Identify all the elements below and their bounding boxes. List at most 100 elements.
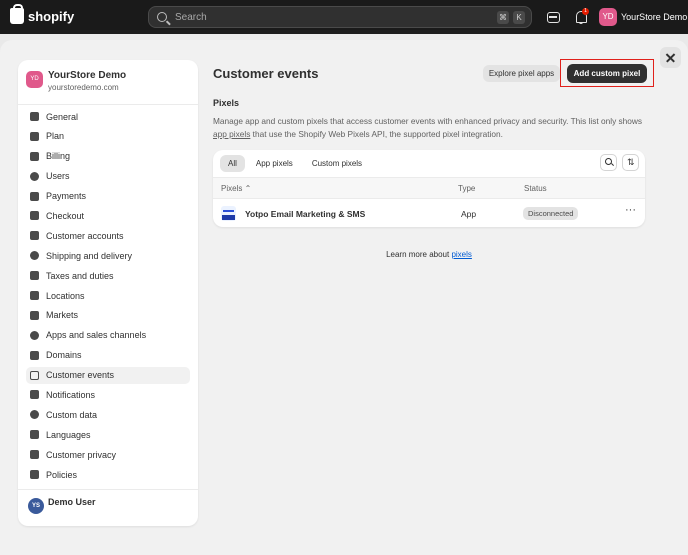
sidebar-item-payments[interactable]: Payments bbox=[26, 188, 190, 205]
sidebar-item-policies[interactable]: Policies bbox=[26, 466, 190, 483]
policy-icon bbox=[30, 470, 39, 480]
sidebar-item-checkout[interactable]: Checkout bbox=[26, 207, 190, 224]
store-icon[interactable] bbox=[545, 9, 561, 25]
store-menu-name[interactable]: YourStore Demo bbox=[621, 12, 687, 22]
sidebar-item-customer-events[interactable]: Customer events bbox=[26, 366, 190, 384]
sidebar-item-custom-data[interactable]: Custom data bbox=[26, 406, 190, 423]
sidebar-item-markets[interactable]: Markets bbox=[26, 307, 190, 324]
column-header-type: Type bbox=[458, 184, 476, 193]
sidebar-item-label: Custom data bbox=[46, 409, 98, 420]
domain-icon bbox=[30, 350, 39, 360]
globe-icon bbox=[30, 310, 39, 320]
bell-icon bbox=[30, 390, 39, 400]
learn-more-text: Learn more about bbox=[386, 250, 452, 259]
events-icon bbox=[30, 370, 39, 380]
sidebar-item-label: Payments bbox=[46, 191, 87, 202]
sidebar-item-languages[interactable]: Languages bbox=[26, 426, 190, 443]
learn-more: Learn more about pixels bbox=[213, 250, 645, 259]
sidebar-item-label: Customer accounts bbox=[46, 230, 124, 241]
table-row[interactable]: Yotpo Email Marketing & SMS App Disconne… bbox=[213, 200, 645, 227]
sidebar-item-label: Checkout bbox=[46, 210, 85, 221]
sidebar-item-label: Domains bbox=[46, 350, 82, 361]
brand-name: shopify bbox=[28, 8, 75, 24]
sidebar-item-taxes-and-duties[interactable]: Taxes and duties bbox=[26, 267, 190, 284]
sidebar-user[interactable]: YS Demo User bbox=[28, 497, 96, 514]
pixel-name: Yotpo Email Marketing & SMS bbox=[245, 209, 366, 219]
sidebar-item-label: Plan bbox=[46, 131, 65, 142]
column-header-pixels[interactable]: Pixels ⌃ bbox=[221, 184, 251, 193]
sort-button[interactable]: ⇅ bbox=[622, 154, 639, 171]
sidebar-item-plan[interactable]: Plan bbox=[26, 128, 190, 145]
pixel-tabs: All App pixels Custom pixels bbox=[220, 155, 370, 172]
yotpo-app-logo-icon bbox=[221, 206, 236, 221]
store-avatar[interactable]: YD bbox=[599, 8, 617, 26]
billing-icon bbox=[30, 151, 39, 161]
tab-custom-pixels[interactable]: Custom pixels bbox=[304, 155, 370, 172]
tab-all[interactable]: All bbox=[220, 155, 245, 172]
sidebar-item-shipping-and-delivery[interactable]: Shipping and delivery bbox=[26, 247, 190, 264]
more-actions-icon[interactable]: ··· bbox=[625, 204, 636, 216]
search-input[interactable] bbox=[175, 11, 475, 23]
sidebar-item-label: Customer privacy bbox=[46, 449, 117, 460]
sidebar-item-label: Taxes and duties bbox=[46, 270, 114, 281]
sidebar-item-apps-and-sales-channels[interactable]: Apps and sales channels bbox=[26, 327, 190, 344]
shortcut-key-k: K bbox=[513, 11, 525, 24]
data-icon bbox=[30, 410, 39, 420]
sidebar-item-label: Shipping and delivery bbox=[46, 250, 133, 261]
pixels-link[interactable]: pixels bbox=[451, 250, 471, 259]
sidebar-item-label: Policies bbox=[46, 469, 78, 480]
shopify-logo[interactable]: shopify bbox=[10, 4, 75, 24]
sidebar-item-users[interactable]: Users bbox=[26, 168, 190, 185]
search-bar[interactable]: ⌘ K bbox=[148, 6, 532, 28]
sidebar-item-domains[interactable]: Domains bbox=[26, 347, 190, 364]
home-icon bbox=[30, 112, 39, 121]
sidebar-item-locations[interactable]: Locations bbox=[26, 287, 190, 304]
search-icon bbox=[157, 12, 167, 22]
search-icon bbox=[605, 158, 612, 165]
shortcut-key-cmd: ⌘ bbox=[497, 11, 509, 24]
sidebar-item-label: Languages bbox=[46, 429, 91, 440]
location-icon bbox=[30, 291, 39, 301]
close-settings-button[interactable] bbox=[660, 47, 681, 68]
language-icon bbox=[30, 430, 39, 440]
sidebar-nav: General Plan Billing Users Payments Checkout C… bbox=[26, 108, 190, 486]
sidebar-item-customer-accounts[interactable]: Customer accounts bbox=[26, 227, 190, 244]
notification-badge: 1 bbox=[582, 8, 589, 15]
user-name: Demo User bbox=[48, 497, 96, 507]
payments-icon bbox=[30, 191, 39, 201]
pixel-type: App bbox=[461, 209, 477, 219]
add-custom-pixel-button[interactable]: Add custom pixel bbox=[567, 64, 647, 83]
sidebar-item-label: Locations bbox=[46, 290, 85, 301]
status-badge: Disconnected bbox=[523, 207, 579, 220]
sidebar-item-customer-privacy[interactable]: Customer privacy bbox=[26, 446, 190, 463]
store-name: YourStore Demo bbox=[48, 70, 127, 81]
description-text: that use the Shopify Web Pixels API, the… bbox=[250, 128, 503, 139]
page-title: Customer events bbox=[213, 66, 319, 81]
apps-icon bbox=[30, 330, 39, 340]
top-bar: shopify ⌘ K 1 YD YourStore Demo bbox=[0, 0, 688, 34]
column-header-status: Status bbox=[524, 184, 547, 193]
shopping-bag-icon bbox=[10, 4, 24, 24]
section-title: Pixels bbox=[213, 98, 240, 108]
app-pixels-link[interactable]: app pixels bbox=[213, 129, 250, 139]
sidebar-item-notifications[interactable]: Notifications bbox=[26, 386, 190, 403]
users-icon bbox=[30, 171, 39, 181]
lock-icon bbox=[30, 450, 39, 460]
tax-icon bbox=[30, 271, 39, 281]
user-avatar: YS bbox=[28, 498, 44, 514]
table-header: Pixels ⌃ Type Status bbox=[213, 177, 645, 199]
sidebar-item-billing[interactable]: Billing bbox=[26, 148, 190, 165]
sidebar-item-label: General bbox=[46, 111, 79, 122]
pixels-card: All App pixels Custom pixels ⇅ Pixels ⌃ … bbox=[213, 150, 645, 227]
sidebar-divider bbox=[18, 104, 198, 105]
sort-ascending-icon: ⌃ bbox=[244, 184, 252, 193]
section-description: Manage app and custom pixels that access… bbox=[213, 115, 643, 140]
description-text: Manage app and custom pixels that access… bbox=[213, 116, 643, 126]
explore-pixel-apps-button[interactable]: Explore pixel apps bbox=[483, 65, 560, 82]
sort-icon: ⇅ bbox=[627, 157, 635, 167]
search-filter-button[interactable] bbox=[600, 154, 617, 171]
sidebar-item-label: Markets bbox=[46, 310, 79, 321]
store-url: yourstoredemo.com bbox=[48, 83, 119, 92]
sidebar-item-general[interactable]: General bbox=[26, 108, 190, 125]
tab-app-pixels[interactable]: App pixels bbox=[248, 155, 301, 172]
